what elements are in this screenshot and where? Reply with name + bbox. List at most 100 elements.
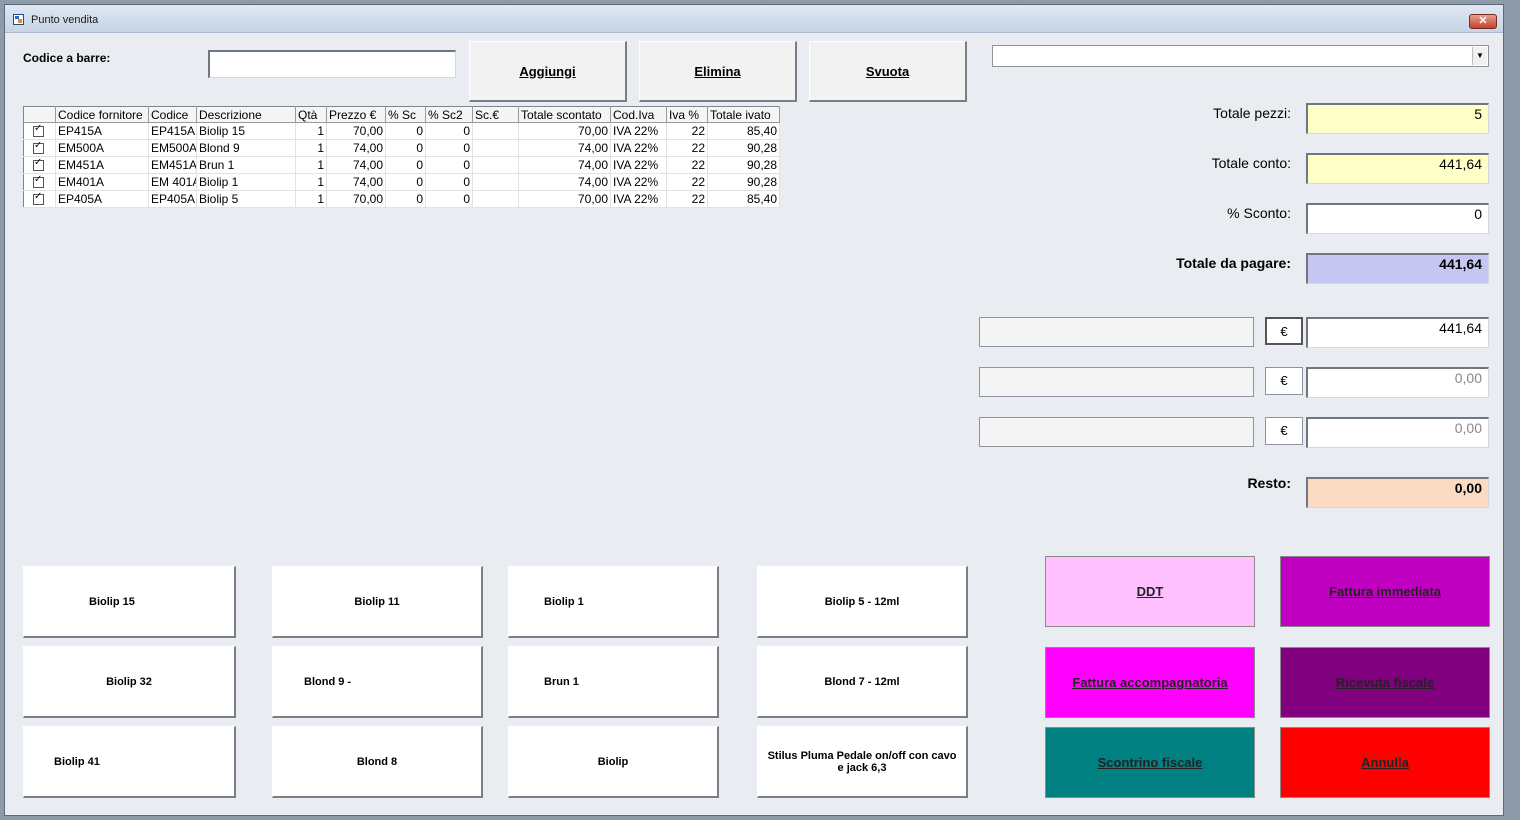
col-sc[interactable]: % Sc: [385, 106, 426, 123]
ddt-button[interactable]: DDT: [1045, 556, 1255, 627]
product-button-biolip-1[interactable]: Biolip 1: [508, 566, 719, 638]
checkbox-checked-icon[interactable]: [33, 191, 44, 206]
product-button-biolip-15[interactable]: Biolip 15: [23, 566, 236, 638]
product-button-blond-7[interactable]: Blond 7 - 12ml: [757, 646, 968, 718]
product-button-stilus-pluma[interactable]: Stilus Pluma Pedale on/off con cavo e ja…: [757, 726, 968, 798]
col-sc-euro[interactable]: Sc.€: [472, 106, 519, 123]
cell: EP405A: [148, 190, 197, 208]
product-button-biolip-41[interactable]: Biolip 41: [23, 726, 236, 798]
table-row[interactable]: EM500A EM500A Blond 9 1 74,00 0 0 74,00 …: [23, 139, 780, 157]
row-checkbox[interactable]: [23, 190, 56, 208]
col-iva-perc[interactable]: Iva %: [666, 106, 708, 123]
col-totale-ivato[interactable]: Totale ivato: [707, 106, 780, 123]
checkbox-checked-icon[interactable]: [33, 123, 44, 138]
payment-amount-1[interactable]: 441,64: [1306, 317, 1489, 348]
product-button-biolip-32[interactable]: Biolip 32: [23, 646, 236, 718]
product-button-blond-9[interactable]: Blond 9 -: [272, 646, 483, 718]
col-check[interactable]: [23, 106, 56, 123]
payment-method-1[interactable]: [979, 317, 1254, 347]
cell: 1: [295, 122, 327, 140]
cell: 85,40: [707, 190, 780, 208]
ricevuta-fiscale-button[interactable]: Ricevuta fiscale: [1280, 647, 1490, 718]
items-table: Codice fornitore Codice Descrizione Qtà …: [23, 106, 780, 208]
cell: [472, 156, 519, 174]
cell: 74,00: [518, 139, 611, 157]
sconto-label: % Sconto:: [1227, 205, 1291, 221]
cell: EP415A: [148, 122, 197, 140]
cell: [472, 190, 519, 208]
table-row[interactable]: EM401A EM 401A Biolip 1 1 74,00 0 0 74,0…: [23, 173, 780, 191]
cell: EM451A: [55, 156, 149, 174]
col-descrizione[interactable]: Descrizione: [196, 106, 296, 123]
cell: 1: [295, 139, 327, 157]
barcode-input[interactable]: [208, 50, 456, 78]
cell: IVA 22%: [610, 139, 667, 157]
col-prezzo[interactable]: Prezzo €: [326, 106, 386, 123]
scontrino-fiscale-button[interactable]: Scontrino fiscale: [1045, 727, 1255, 798]
cell: 70,00: [326, 122, 386, 140]
app-icon: [13, 14, 24, 25]
table-row[interactable]: EP415A EP415A Biolip 15 1 70,00 0 0 70,0…: [23, 122, 780, 140]
col-codice[interactable]: Codice: [148, 106, 197, 123]
cell: EP405A: [55, 190, 149, 208]
cell: 0: [425, 173, 473, 191]
cell: Biolip 5: [196, 190, 296, 208]
payment-amount-3[interactable]: 0,00: [1306, 417, 1489, 448]
payment-method-2[interactable]: [979, 367, 1254, 397]
fattura-immediata-button[interactable]: Fattura immediata: [1280, 556, 1490, 627]
payment-method-3[interactable]: [979, 417, 1254, 447]
customer-combo[interactable]: ▼: [992, 45, 1489, 67]
row-checkbox[interactable]: [23, 173, 56, 191]
cell: [472, 173, 519, 191]
row-checkbox[interactable]: [23, 122, 56, 140]
aggiungi-button[interactable]: Aggiungi: [469, 41, 627, 102]
cell: EM500A: [148, 139, 197, 157]
col-sc2[interactable]: % Sc2: [425, 106, 473, 123]
cell: 22: [666, 122, 708, 140]
annulla-button[interactable]: Annulla: [1280, 727, 1490, 798]
product-button-blond-8[interactable]: Blond 8: [272, 726, 483, 798]
table-row[interactable]: EM451A EM451A Brun 1 1 74,00 0 0 74,00 I…: [23, 156, 780, 174]
table-header-row: Codice fornitore Codice Descrizione Qtà …: [23, 106, 780, 123]
fattura-accompagnatoria-button[interactable]: Fattura accompagnatoria: [1045, 647, 1255, 718]
col-qta[interactable]: Qtà: [295, 106, 327, 123]
cell: 74,00: [326, 139, 386, 157]
cell: EM500A: [55, 139, 149, 157]
cell: 22: [666, 173, 708, 191]
elimina-button[interactable]: Elimina: [639, 41, 797, 102]
close-button[interactable]: ✕: [1469, 14, 1497, 29]
sconto-input[interactable]: 0: [1306, 203, 1489, 234]
cell: 74,00: [326, 173, 386, 191]
currency-button-1[interactable]: €: [1265, 317, 1303, 345]
cell: 74,00: [518, 156, 611, 174]
point-of-sale-window: Punto vendita ✕ Codice a barre: Aggiungi…: [4, 4, 1504, 816]
cell: 0: [385, 122, 426, 140]
col-totale-scontato[interactable]: Totale scontato: [518, 106, 611, 123]
svuota-button[interactable]: Svuota: [809, 41, 967, 102]
row-checkbox[interactable]: [23, 156, 56, 174]
chevron-down-icon[interactable]: ▼: [1472, 47, 1487, 65]
checkbox-checked-icon[interactable]: [33, 174, 44, 189]
title-bar: Punto vendita ✕: [5, 5, 1503, 33]
totale-pezzi-label: Totale pezzi:: [1213, 105, 1291, 121]
product-button-biolip-11[interactable]: Biolip 11: [272, 566, 483, 638]
cell: IVA 22%: [610, 122, 667, 140]
checkbox-checked-icon[interactable]: [33, 140, 44, 155]
totale-da-pagare-field: 441,64: [1306, 253, 1489, 284]
product-button-brun-1[interactable]: Brun 1: [508, 646, 719, 718]
totale-conto-label: Totale conto:: [1211, 155, 1291, 171]
product-button-biolip-5[interactable]: Biolip 5 - 12ml: [757, 566, 968, 638]
currency-button-2[interactable]: €: [1265, 367, 1303, 395]
payment-amount-2[interactable]: 0,00: [1306, 367, 1489, 398]
cell: 90,28: [707, 173, 780, 191]
col-codice-fornitore[interactable]: Codice fornitore: [55, 106, 149, 123]
cell: Blond 9: [196, 139, 296, 157]
col-cod-iva[interactable]: Cod.Iva: [610, 106, 667, 123]
currency-button-3[interactable]: €: [1265, 417, 1303, 445]
checkbox-checked-icon[interactable]: [33, 157, 44, 172]
cell: 74,00: [518, 173, 611, 191]
row-checkbox[interactable]: [23, 139, 56, 157]
cell: IVA 22%: [610, 156, 667, 174]
table-row[interactable]: EP405A EP405A Biolip 5 1 70,00 0 0 70,00…: [23, 190, 780, 208]
product-button-biolip[interactable]: Biolip: [508, 726, 719, 798]
